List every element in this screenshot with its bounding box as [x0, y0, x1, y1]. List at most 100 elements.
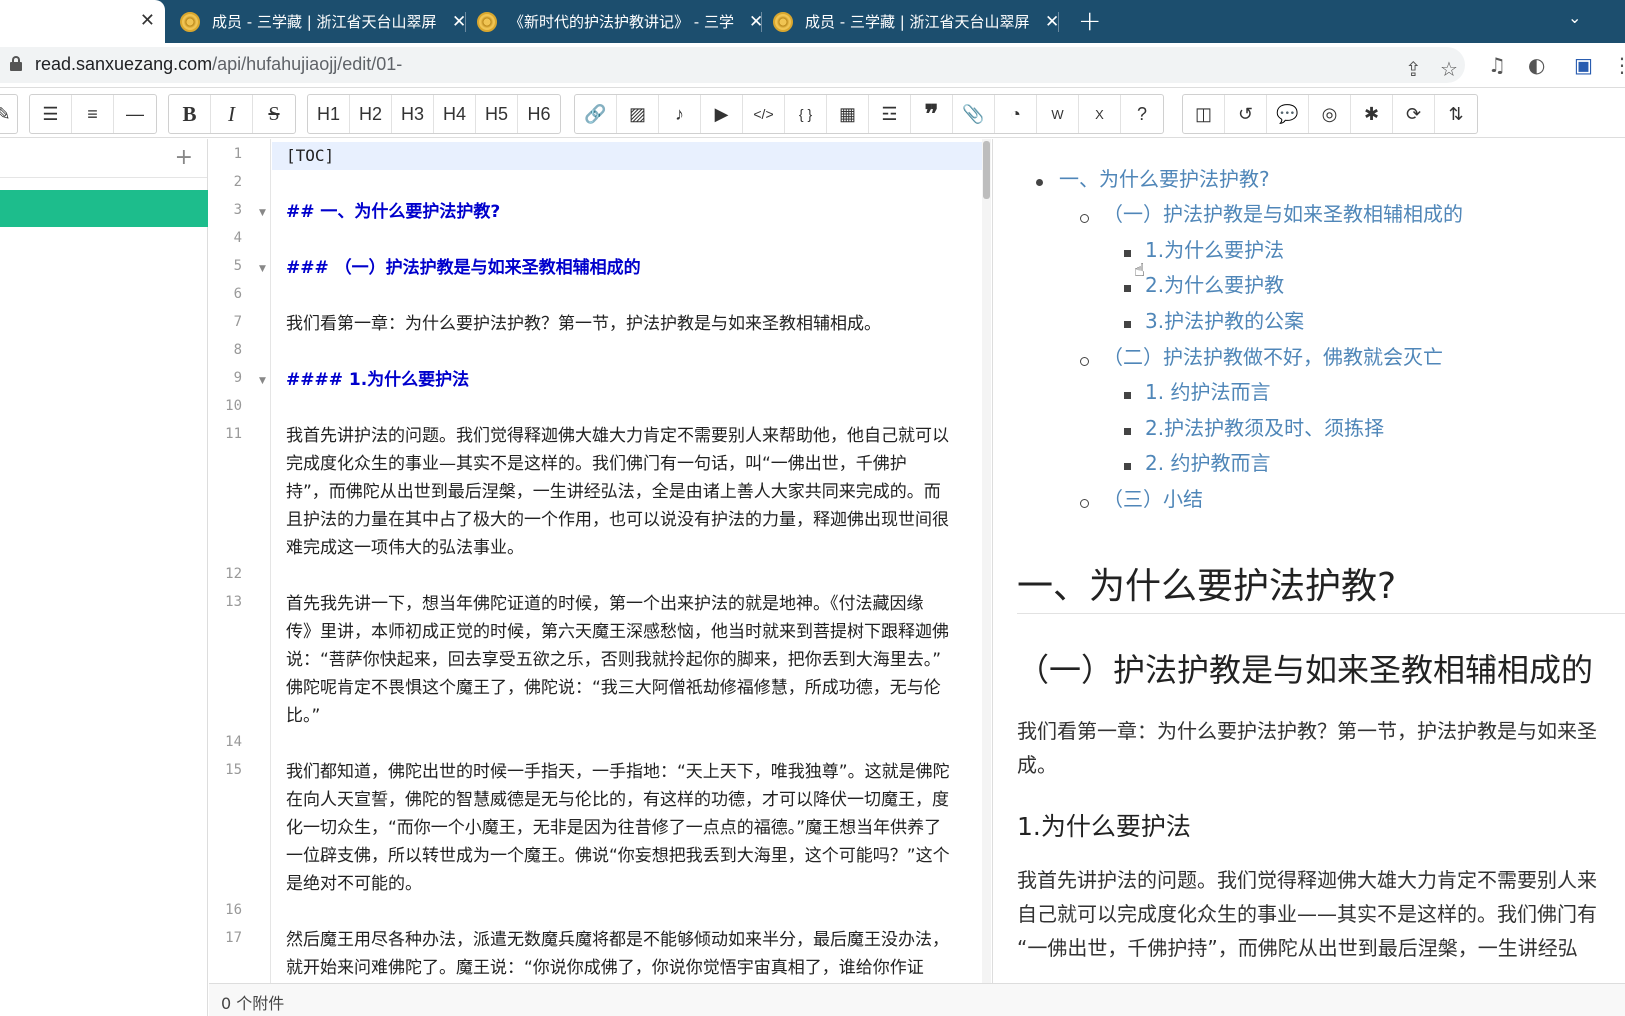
ordered-list-icon[interactable]: ≡	[72, 95, 114, 133]
code-line: 就开始来问难佛陀了。魔王说：“你说你成佛了，你说你觉悟宇宙真相了，谁给你作证	[286, 958, 924, 978]
toc-link[interactable]: （三）小结	[1103, 483, 1203, 512]
code-line: 首先我先讲一下，想当年佛陀证道的时候，第一个出来护法的就是地神。《付法藏因缘	[286, 594, 924, 614]
video-camera-icon[interactable]: ▶	[701, 95, 743, 133]
help-icon[interactable]: ?	[1121, 95, 1163, 133]
preview-heading-4: 1.为什么要护法	[1017, 812, 1191, 841]
preview-paragraph: 自己就可以完成度化众生的事业——其实不是这样的。我们佛门有	[1017, 902, 1597, 926]
heading-6-button[interactable]: H6	[518, 95, 560, 133]
heading-4-button[interactable]: H4	[434, 95, 476, 133]
star-icon[interactable]: ☆	[1440, 57, 1458, 81]
browser-tab-bar: ✕ 成员 - 三学藏 | 浙江省天台山翠屏 ✕ 《新时代的护法护教讲记》 - 三…	[0, 0, 1625, 43]
line-number: 1	[233, 146, 242, 162]
code-line: 我们都知道，佛陀出世的时候一手指天，一手指地：“天上天下，唯我独尊”。这就是佛陀	[286, 762, 950, 782]
heading-2-button[interactable]: H2	[350, 95, 392, 133]
preview-heading-2: （一）护法护教是与如来圣教相辅相成的	[1017, 651, 1594, 689]
code-line-heading: ### （一）护法护教是与如来圣教相辅相成的	[286, 258, 641, 278]
attachment-icon[interactable]: 📎	[953, 95, 995, 133]
bold-icon[interactable]: B	[169, 95, 211, 133]
heading-3-button[interactable]: H3	[392, 95, 434, 133]
save-extension-icon[interactable]: ▣	[1574, 53, 1593, 77]
more-menu-icon[interactable]: ⋮	[1612, 53, 1625, 77]
heading-1-button[interactable]: H1	[308, 95, 350, 133]
horizontal-rule-icon[interactable]: —	[114, 95, 156, 133]
code-line: 比。”	[286, 706, 321, 726]
line-number: 10	[225, 398, 242, 414]
url-text[interactable]: read.sanxuezang.com/api/hufahujiaojj/edi…	[35, 54, 402, 75]
add-doc-plus-icon[interactable]: +	[175, 145, 193, 170]
music-icon[interactable]: ♪	[659, 95, 701, 133]
code-line-heading: #### 1.为什么要护法	[286, 370, 470, 390]
table-icon[interactable]: ▦	[827, 95, 869, 133]
hand-cursor-icon: ☝	[1134, 260, 1145, 281]
code-line: 然后魔王用尽各种办法，派遣无数魔兵魔将都是不能够倾动如来半分，最后魔王没办法，	[286, 930, 949, 950]
line-number: 13	[225, 594, 242, 610]
link-icon[interactable]: 🔗	[575, 95, 617, 133]
toc-link[interactable]: （二）护法护教做不好，佛教就会灭亡	[1103, 341, 1443, 370]
code-line-heading: ## 一、为什么要护法护教?	[286, 202, 501, 222]
url-field[interactable]: read.sanxuezang.com/api/hufahujiaojj/edi…	[0, 47, 1465, 83]
tab-members-1[interactable]: 成员 - 三学藏 | 浙江省天台山翠屏 ✕	[180, 0, 466, 43]
line-number: 8	[233, 342, 242, 358]
toc-link[interactable]: （一）护法护教是与如来圣教相辅相成的	[1103, 198, 1463, 227]
inline-code-icon[interactable]: </>	[743, 95, 785, 133]
code-line: 我首先讲护法的问题。我们觉得释迦佛大雄大力肯定不需要别人来帮助他，他自己就可以	[286, 426, 949, 446]
toc-link[interactable]: 2.护法护教须及时、须拣择	[1145, 412, 1384, 441]
toc-link[interactable]: 3.护法护教的公案	[1145, 305, 1304, 334]
sidebar-header: +	[0, 139, 207, 178]
toc-link[interactable]: 2. 约护教而言	[1145, 447, 1270, 476]
fold-arrow-icon[interactable]: ▼	[259, 264, 266, 274]
fold-arrow-icon[interactable]: ▼	[259, 376, 266, 386]
image-icon[interactable]: ▨	[617, 95, 659, 133]
attachment-count[interactable]: 0 个附件	[221, 990, 284, 1014]
tab-members-2[interactable]: 成员 - 三学藏 | 浙江省天台山翠屏 ✕	[773, 0, 1059, 43]
html-entities-icon[interactable]: ☲	[869, 95, 911, 133]
close-icon[interactable]: ✕	[140, 10, 155, 31]
code-line: 难完成这一项伟大的弘法事业。	[286, 538, 524, 558]
editor-scrollbar-thumb[interactable]	[983, 141, 990, 199]
incognito-extension-icon[interactable]: ◐	[1528, 53, 1545, 77]
toc-link[interactable]: 一、为什么要护法护教?	[1059, 163, 1270, 192]
tab-title: 《新时代的护法护教讲记》 - 三学	[509, 13, 734, 31]
heading-5-button[interactable]: H5	[476, 95, 518, 133]
quote-icon[interactable]: ❞	[911, 95, 953, 133]
strikethrough-icon[interactable]: S	[253, 95, 295, 133]
line-number: 14	[225, 734, 242, 750]
tab-active[interactable]: ✕	[0, 0, 165, 43]
tab-search-chevron-icon[interactable]: ⌄	[1568, 8, 1581, 27]
italic-icon[interactable]: I	[211, 95, 253, 133]
unordered-list-icon[interactable]: ☰	[30, 95, 72, 133]
preview-paragraph: 我首先讲护法的问题。我们觉得释迦佛大雄大力肯定不需要别人来	[1017, 868, 1597, 892]
status-bar: 0 个附件	[209, 983, 1625, 1016]
edit-pen-icon[interactable]: ✎	[0, 95, 17, 133]
markdown-editor[interactable]: 1 2 3 4 5 6 7 8 9 10 11 12 13 14 15 16 1…	[209, 139, 991, 983]
toc-link[interactable]: 1.为什么要护法	[1145, 234, 1284, 263]
headset-extension-icon[interactable]: ♫	[1488, 53, 1506, 77]
sort-icon[interactable]: ⇅	[1435, 95, 1477, 133]
split-view-icon[interactable]: ◫	[1183, 95, 1225, 133]
code-line: 持”，而佛陀从出世到最后涅槃，一生讲经弘法，全是由诸上善人大家共同来完成的。而	[286, 482, 941, 502]
tab-lecture-notes[interactable]: 《新时代的护法护教讲记》 - 三学 ✕	[477, 0, 763, 43]
toc-link[interactable]: 1. 约护法而言	[1145, 376, 1270, 405]
editor-toolbar: ✎ ☰ ≡ — B I S H1 H2 H3 H4 H5 H6 🔗 ▨ ♪ ▶ …	[0, 88, 1625, 138]
markdown-preview: 一、为什么要护法护教? （一）护法护教是与如来圣教相辅相成的 1.为什么要护法 …	[992, 139, 1625, 983]
line-number: 15	[225, 762, 242, 778]
code-line: 说：“菩萨你快起来，回去享受五欲之乐，否则我就拎起你的脚来，把你丢到大海里去。”	[286, 650, 942, 670]
word-doc-icon[interactable]: W	[1037, 95, 1079, 133]
toc-link[interactable]: 2.为什么要护教	[1145, 269, 1284, 298]
dashboard-icon[interactable]: ◔	[995, 95, 1037, 133]
preview-paragraph: “一佛出世，千佛护持”，而佛陀从出世到最后涅槃，一生讲经弘	[1017, 936, 1578, 960]
code-block-icon[interactable]: { }	[785, 95, 827, 133]
bug-icon[interactable]: ✱	[1351, 95, 1393, 133]
sidebar-item-active[interactable]	[0, 190, 208, 227]
preview-eye-icon[interactable]: ◎	[1309, 95, 1351, 133]
excel-doc-icon[interactable]: X	[1079, 95, 1121, 133]
line-number: 7	[233, 314, 242, 330]
editor-scrollbar[interactable]	[982, 139, 991, 983]
share-icon[interactable]: ⇪	[1405, 57, 1422, 81]
refresh-icon[interactable]: ⟳	[1393, 95, 1435, 133]
fold-arrow-icon[interactable]: ▼	[259, 208, 266, 218]
history-icon[interactable]: ↺	[1225, 95, 1267, 133]
doc-tree-sidebar: +	[0, 139, 208, 1016]
new-tab-button[interactable]: +	[1078, 4, 1101, 37]
comment-icon[interactable]: 💬	[1267, 95, 1309, 133]
